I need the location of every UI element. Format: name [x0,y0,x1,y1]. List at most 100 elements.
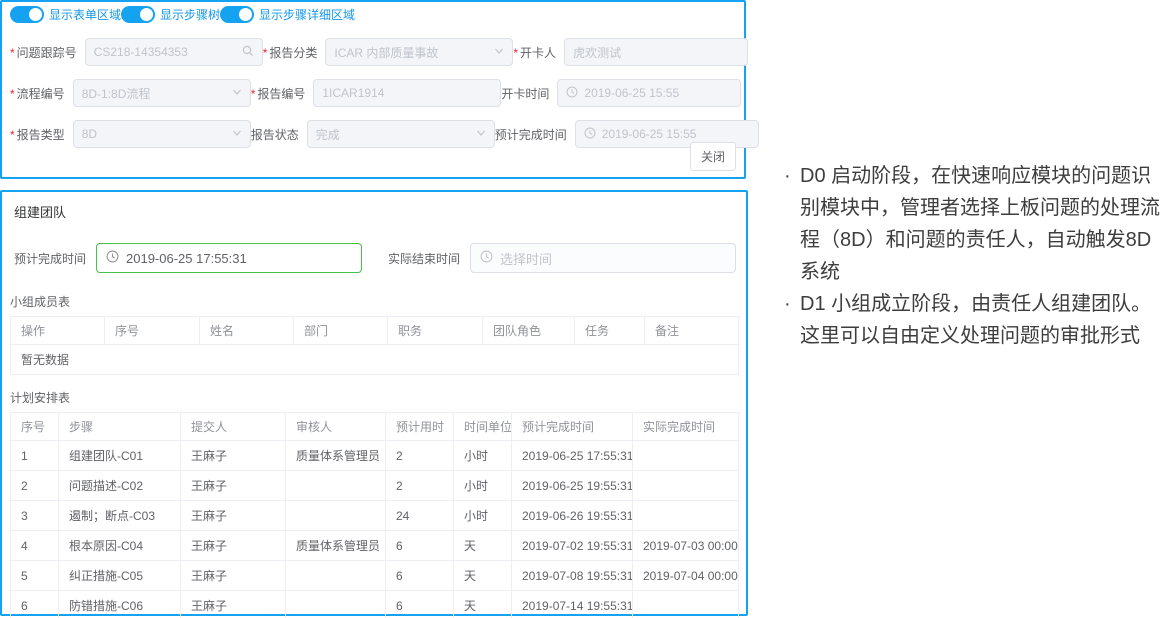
cell [286,471,386,501]
step-title: 组建团队 [14,202,738,221]
cell: 王麻子 [181,561,286,591]
cell: 6 [11,591,59,618]
table-row: 5 纠正措施-C05 王麻子 6 天 2019-07-08 19:55:31 2… [11,561,739,591]
report-no-input[interactable]: 1ICAR1914 [313,79,501,107]
notes-panel: · D0 启动阶段，在快速响应模块的问题识别模块中，管理者选择上板问题的处理流程… [784,160,1162,352]
toggle-label: 显示步骤树 [160,6,220,23]
bullet-icon: · [784,160,800,288]
problem-tracking-input[interactable]: CS218-14354353 [85,38,263,66]
field-label: 报告类型 [10,126,73,143]
cell: 2 [386,471,454,501]
clock-icon [480,250,500,266]
report-type-select[interactable]: 8D [73,120,251,148]
cell: 纠正措施-C05 [59,561,181,591]
card-opener-input[interactable]: 虎欢测试 [564,38,748,66]
cell: 组建团队-C01 [59,441,181,471]
cell: 天 [454,531,512,561]
actual-finish-date-input[interactable]: 选择时间 [470,243,736,273]
report-category-select[interactable]: ICAR 内部质量事故 [325,38,513,66]
flow-no-select[interactable]: 8D-1:8D流程 [73,79,251,107]
note-text: D0 启动阶段，在快速响应模块的问题识别模块中，管理者选择上板问题的处理流程（8… [800,160,1162,288]
actual-finish-label: 实际结束时间 [388,250,460,267]
field-flow-no: 流程编号 8D-1:8D流程 [10,79,251,107]
cell: 2 [11,471,59,501]
report-status-select[interactable]: 完成 [307,120,495,148]
column-header: 序号 [105,317,200,345]
cell [286,561,386,591]
table-row: 2 问题描述-C02 王麻子 2 小时 2019-06-25 19:55:31 [11,471,739,501]
column-header: 操作 [11,317,105,345]
member-table-header-row: 操作 序号 姓名 部门 职务 团队角色 任务 备注 [11,317,739,345]
cell: 王麻子 [181,531,286,561]
form-row-3: 报告类型 8D 报告状态 完成 预计完成时间 [2,120,744,148]
field-label: 问题跟踪号 [10,44,85,61]
cell: 质量体系管理员 [286,531,386,561]
table-row: 1 组建团队-C01 王麻子 质量体系管理员 2 小时 2019-06-25 1… [11,441,739,471]
plan-table-header-row: 序号 步骤 提交人 审核人 预计用时 时间单位 预计完成时间 实际完成时间 [11,413,739,441]
chevron-down-icon [476,127,486,141]
table-row: 4 根本原因-C04 王麻子 质量体系管理员 6 天 2019-07-02 19… [11,531,739,561]
close-button[interactable]: 关闭 [690,142,736,171]
expected-finish-date-input[interactable]: 2019-06-25 17:55:31 [96,243,362,273]
chevron-down-icon [232,127,242,141]
clock-icon [566,86,578,101]
field-label: 流程编号 [10,85,73,102]
cell: 天 [454,591,512,618]
cell: 小时 [454,471,512,501]
note-text: D1 小组成立阶段，由责任人组建团队。这里可以自由定义处理问题的审批形式 [800,288,1162,352]
member-table-empty-row: 暂无数据 [11,345,739,375]
open-time-input[interactable]: 2019-06-25 15:55 [557,79,741,107]
cell: 天 [454,561,512,591]
cell: 1 [11,441,59,471]
toggle-label: 显示步骤详细区域 [259,6,355,23]
cell: 4 [11,531,59,561]
cell: 王麻子 [181,471,286,501]
note-d0: · D0 启动阶段，在快速响应模块的问题识别模块中，管理者选择上板问题的处理流程… [784,160,1162,288]
field-report-status: 报告状态 完成 [251,120,495,148]
cell [286,591,386,618]
form-row-2: 流程编号 8D-1:8D流程 报告编号 1ICAR1914 开卡时间 [2,79,744,107]
cell: 3 [11,501,59,531]
switch-on-icon[interactable] [10,6,44,23]
cell: 2019-07-03 00:00:00 [633,531,739,561]
toggle-label: 显示表单区域 [49,6,121,23]
column-header: 团队角色 [483,317,575,345]
cell: 2019-06-26 19:55:31 [512,501,633,531]
cell: 24 [386,501,454,531]
field-label: 开卡时间 [501,85,557,102]
switch-on-icon[interactable] [121,6,155,23]
expected-finish-label: 预计完成时间 [14,250,86,267]
cell: 防错措施-C06 [59,591,181,618]
note-d1: · D1 小组成立阶段，由责任人组建团队。这里可以自由定义处理问题的审批形式 [784,288,1162,352]
cell: 2 [386,441,454,471]
empty-placeholder: 暂无数据 [11,345,739,375]
cell: 2019-06-25 17:55:31 [512,441,633,471]
toggle-show-form-area[interactable]: 显示表单区域 [10,6,121,23]
column-header: 职务 [388,317,483,345]
toggle-show-step-tree[interactable]: 显示步骤树 [121,6,220,23]
cell [633,501,739,531]
table-row: 3 遏制；断点-C03 王麻子 24 小时 2019-06-26 19:55:3… [11,501,739,531]
field-report-type: 报告类型 8D [10,120,251,148]
switch-on-icon[interactable] [220,6,254,23]
cell: 王麻子 [181,441,286,471]
cell: 问题描述-C02 [59,471,181,501]
field-report-no: 报告编号 1ICAR1914 [251,79,502,107]
cell [633,471,739,501]
toggle-show-step-detail-area[interactable]: 显示步骤详细区域 [220,6,355,23]
toggle-bar: 显示表单区域 显示步骤树 显示步骤详细区域 [2,2,744,25]
column-header: 步骤 [59,413,181,441]
column-header: 姓名 [200,317,294,345]
field-open-time: 开卡时间 2019-06-25 15:55 [501,79,741,107]
cell: 2019-06-25 19:55:31 [512,471,633,501]
cell: 6 [386,561,454,591]
cell: 5 [11,561,59,591]
plan-table: 序号 步骤 提交人 审核人 预计用时 时间单位 预计完成时间 实际完成时间 1 … [10,412,739,618]
cell [633,591,739,618]
cell: 2019-07-08 19:55:31 [512,561,633,591]
cell: 小时 [454,501,512,531]
cell: 2019-07-04 00:00:00 [633,561,739,591]
step-detail-panel: 组建团队 预计完成时间 2019-06-25 17:55:31 实际结束时间 选… [0,190,748,616]
step-date-row: 预计完成时间 2019-06-25 17:55:31 实际结束时间 选择时间 [14,243,738,273]
member-table-title: 小组成员表 [10,293,738,310]
